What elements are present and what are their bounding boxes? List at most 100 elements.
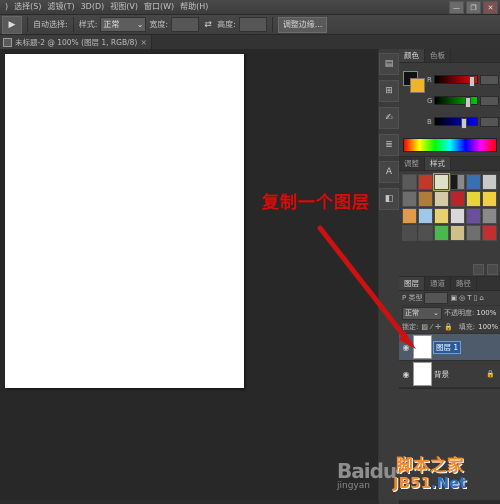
menu-item-3d[interactable]: 3D(D) <box>78 0 108 14</box>
style-swatch[interactable] <box>402 174 417 190</box>
color-spectrum-ramp[interactable] <box>403 138 497 152</box>
filter-pixel-icon[interactable]: ▣ <box>450 294 457 302</box>
style-swatch[interactable] <box>434 225 449 241</box>
style-swatch[interactable] <box>418 174 433 190</box>
filter-adjustment-icon[interactable]: ◎ <box>459 294 465 302</box>
style-swatch[interactable] <box>466 174 481 190</box>
jb51-watermark: 脚本之家 JB51.Net <box>393 458 467 491</box>
style-swatch[interactable] <box>418 191 433 207</box>
style-swatch[interactable] <box>418 225 433 241</box>
delete-style-button[interactable] <box>487 264 498 275</box>
green-slider-track[interactable] <box>434 96 478 108</box>
layer-name-background[interactable]: 背景 <box>434 369 449 380</box>
new-style-button[interactable] <box>473 264 484 275</box>
mini-bridge-icon[interactable]: ▤ <box>379 53 399 75</box>
style-swatch[interactable] <box>450 225 465 241</box>
menu-item-0[interactable]: ) <box>2 0 11 14</box>
layer-thumbnail[interactable] <box>413 362 432 386</box>
minimize-button[interactable]: — <box>449 1 464 14</box>
style-swatch[interactable] <box>482 174 497 190</box>
menu-item-help[interactable]: 帮助(H) <box>177 0 211 14</box>
eye-icon[interactable]: ◉ <box>401 370 411 379</box>
tab-color[interactable]: 颜色 <box>399 49 425 62</box>
style-swatch[interactable] <box>418 208 433 224</box>
tab-styles[interactable]: 样式 <box>425 157 451 170</box>
lock-image-icon[interactable]: ⁄ <box>431 323 432 331</box>
style-swatch[interactable] <box>402 225 417 241</box>
menu-item-filter[interactable]: 滤镜(T) <box>44 0 77 14</box>
blue-value-input[interactable] <box>480 116 499 127</box>
close-button[interactable]: ✕ <box>483 1 498 14</box>
refine-edge-button[interactable]: 调整边缘... <box>277 16 328 33</box>
style-swatch[interactable] <box>450 191 465 207</box>
layer-row-layer1[interactable]: ◉ 图层 1 <box>399 334 500 361</box>
menu-item-select[interactable]: 选择(S) <box>11 0 44 14</box>
filter-type-icon[interactable]: T <box>467 294 471 302</box>
style-swatch[interactable] <box>482 225 497 241</box>
paragraph-icon[interactable]: ≣ <box>379 134 399 156</box>
tab-swatches[interactable]: 色板 <box>425 49 451 62</box>
jb51-watermark-en-blue: .Net <box>430 474 467 492</box>
red-value-input[interactable] <box>480 74 499 85</box>
width-input[interactable] <box>171 17 200 32</box>
style-swatch[interactable] <box>482 208 497 224</box>
lock-transparent-icon[interactable]: ▨ <box>421 323 428 331</box>
style-swatch[interactable] <box>450 174 465 190</box>
fill-value[interactable]: 100% <box>478 323 498 331</box>
blue-slider-thumb[interactable] <box>461 118 467 129</box>
menu-item-window[interactable]: 窗口(W) <box>141 0 177 14</box>
jb51-watermark-cn: 脚本之家 <box>395 456 464 476</box>
tab-layers[interactable]: 图层 <box>399 277 425 290</box>
document-tab-title: 未标题-2 @ 100% (图层 1, RGB/8) <box>15 37 138 47</box>
style-swatch[interactable] <box>482 191 497 207</box>
navigator-icon[interactable]: ◧ <box>379 188 399 210</box>
style-swatch[interactable] <box>434 208 449 224</box>
style-swatch[interactable] <box>466 208 481 224</box>
layer-name-layer1[interactable]: 图层 1 <box>432 340 462 354</box>
width-label: 宽度: <box>149 20 169 29</box>
histogram-icon[interactable]: ⊞ <box>379 80 399 102</box>
image-canvas[interactable] <box>5 54 244 388</box>
style-swatch[interactable] <box>434 191 449 207</box>
menu-item-view[interactable]: 视图(V) <box>107 0 141 14</box>
close-icon[interactable]: × <box>140 38 147 47</box>
opacity-value[interactable]: 100% <box>476 309 496 317</box>
tab-adjustments[interactable]: 调整 <box>399 157 425 170</box>
eye-icon[interactable]: ◉ <box>401 343 411 352</box>
red-slider-thumb[interactable] <box>469 76 475 87</box>
lock-all-icon[interactable]: 🔒 <box>444 323 453 331</box>
move-tool-icon[interactable]: ▶ <box>2 15 22 34</box>
tab-paths[interactable]: 路径 <box>451 277 477 290</box>
filter-shape-icon[interactable]: ▯ <box>473 294 477 302</box>
height-input[interactable] <box>238 17 267 32</box>
layer-row-background[interactable]: ◉ 背景 🔒 <box>399 361 500 388</box>
background-color-swatch[interactable] <box>410 78 425 93</box>
layer-thumbnail[interactable] <box>413 335 432 359</box>
restore-button[interactable]: ❐ <box>466 1 481 14</box>
canvas-surface[interactable] <box>6 55 243 387</box>
style-swatch[interactable] <box>450 208 465 224</box>
style-swatch[interactable] <box>466 225 481 241</box>
style-select[interactable]: 正常 ⌄ <box>100 17 147 32</box>
layer-filter-row: Ρ 类型 ▣ ◎ T ▯ ⌂ <box>399 291 500 306</box>
styles-panel: 调整 样式 <box>399 157 500 277</box>
tab-channels[interactable]: 通道 <box>425 277 451 290</box>
layer-filter-label[interactable]: Ρ 类型 <box>402 293 422 303</box>
swap-dimensions-icon[interactable]: ⇄ <box>202 19 214 31</box>
style-swatch[interactable] <box>433 173 450 191</box>
blend-mode-select[interactable]: 正常 ⌄ <box>402 306 442 320</box>
red-slider-track[interactable] <box>434 75 478 87</box>
character-icon[interactable]: A <box>379 161 399 183</box>
blue-slider-track[interactable] <box>434 117 478 129</box>
style-swatch[interactable] <box>402 191 417 207</box>
style-swatch[interactable] <box>466 191 481 207</box>
color-swatch-stack <box>403 71 425 93</box>
filter-smart-icon[interactable]: ⌂ <box>479 294 483 302</box>
green-value-input[interactable] <box>480 95 499 106</box>
document-tab[interactable]: 未标题-2 @ 100% (图层 1, RGB/8) × <box>0 35 153 49</box>
lock-position-icon[interactable]: ✛ <box>435 323 441 331</box>
brush-icon[interactable]: ✍ <box>379 107 399 129</box>
layer-filter-select[interactable] <box>424 292 449 304</box>
green-slider-thumb[interactable] <box>465 97 471 108</box>
style-swatch[interactable] <box>402 208 417 224</box>
